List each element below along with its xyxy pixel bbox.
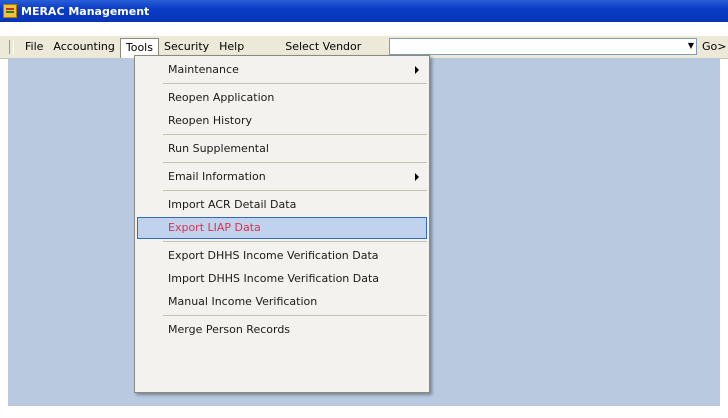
submenu-arrow-icon — [415, 66, 419, 74]
menu-item-label: Export DHHS Income Verification Data — [168, 249, 379, 262]
menu-item-import-acr-detail-data[interactable]: Import ACR Detail Data — [135, 193, 429, 216]
menu-item-run-supplemental[interactable]: Run Supplemental — [135, 137, 429, 160]
menu-item-label: Reopen History — [168, 114, 252, 127]
menu-item-label: Run Supplemental — [168, 142, 269, 155]
menu-item-export-dhhs-income-verification[interactable]: Export DHHS Income Verification Data — [135, 244, 429, 267]
menu-item-label: Export LIAP Data — [168, 221, 261, 234]
menu-item-label: Import ACR Detail Data — [168, 198, 297, 211]
menu-separator — [163, 190, 427, 191]
menu-item-label: Email Information — [168, 170, 266, 183]
app-window: MERAC Management File Accounting Tools S… — [0, 0, 728, 418]
menu-item-label: Maintenance — [168, 63, 239, 76]
menu-item-label: Manual Income Verification — [168, 295, 318, 308]
menu-separator — [163, 241, 427, 242]
menu-item-export-liap-data[interactable]: Export LIAP Data — [137, 217, 427, 239]
menu-separator — [163, 315, 427, 316]
menu-item-email-information[interactable]: Email Information — [135, 165, 429, 188]
menu-accounting[interactable]: Accounting — [48, 37, 119, 57]
menu-item-label: Import DHHS Income Verification Data — [168, 272, 380, 285]
menu-grip — [9, 40, 14, 54]
menu-separator — [163, 134, 427, 135]
menu-item-reopen-application[interactable]: Reopen Application — [135, 86, 429, 109]
menu-item-label: Reopen Application — [168, 91, 275, 104]
menu-help[interactable]: Help — [214, 37, 249, 57]
menu-item-manual-income-verification[interactable]: Manual Income Verification — [135, 290, 429, 313]
go-button[interactable]: Go> — [702, 38, 726, 55]
menu-item-merge-person-records[interactable]: Merge Person Records — [135, 318, 429, 341]
menu-item-label: Merge Person Records — [168, 323, 291, 336]
dropdown-arrow-icon[interactable]: ▼ — [688, 41, 694, 50]
menu-separator — [163, 83, 427, 84]
menu-item-reopen-history[interactable]: Reopen History — [135, 109, 429, 132]
app-icon — [3, 4, 17, 18]
menu-separator — [163, 162, 427, 163]
window-title: MERAC Management — [21, 4, 150, 18]
menu-security[interactable]: Security — [159, 37, 214, 57]
menu-item-maintenance[interactable]: Maintenance — [135, 58, 429, 81]
select-vendor-label: Select Vendor — [285, 40, 362, 53]
menu-item-import-dhhs-income-verification[interactable]: Import DHHS Income Verification Data — [135, 267, 429, 290]
submenu-arrow-icon — [415, 173, 419, 181]
vendor-dropdown[interactable]: ▼ — [389, 38, 697, 55]
title-bar[interactable]: MERAC Management — [0, 0, 728, 22]
menu-file[interactable]: File — [20, 37, 48, 57]
tools-dropdown-menu: Maintenance Reopen Application Reopen Hi… — [134, 55, 430, 393]
